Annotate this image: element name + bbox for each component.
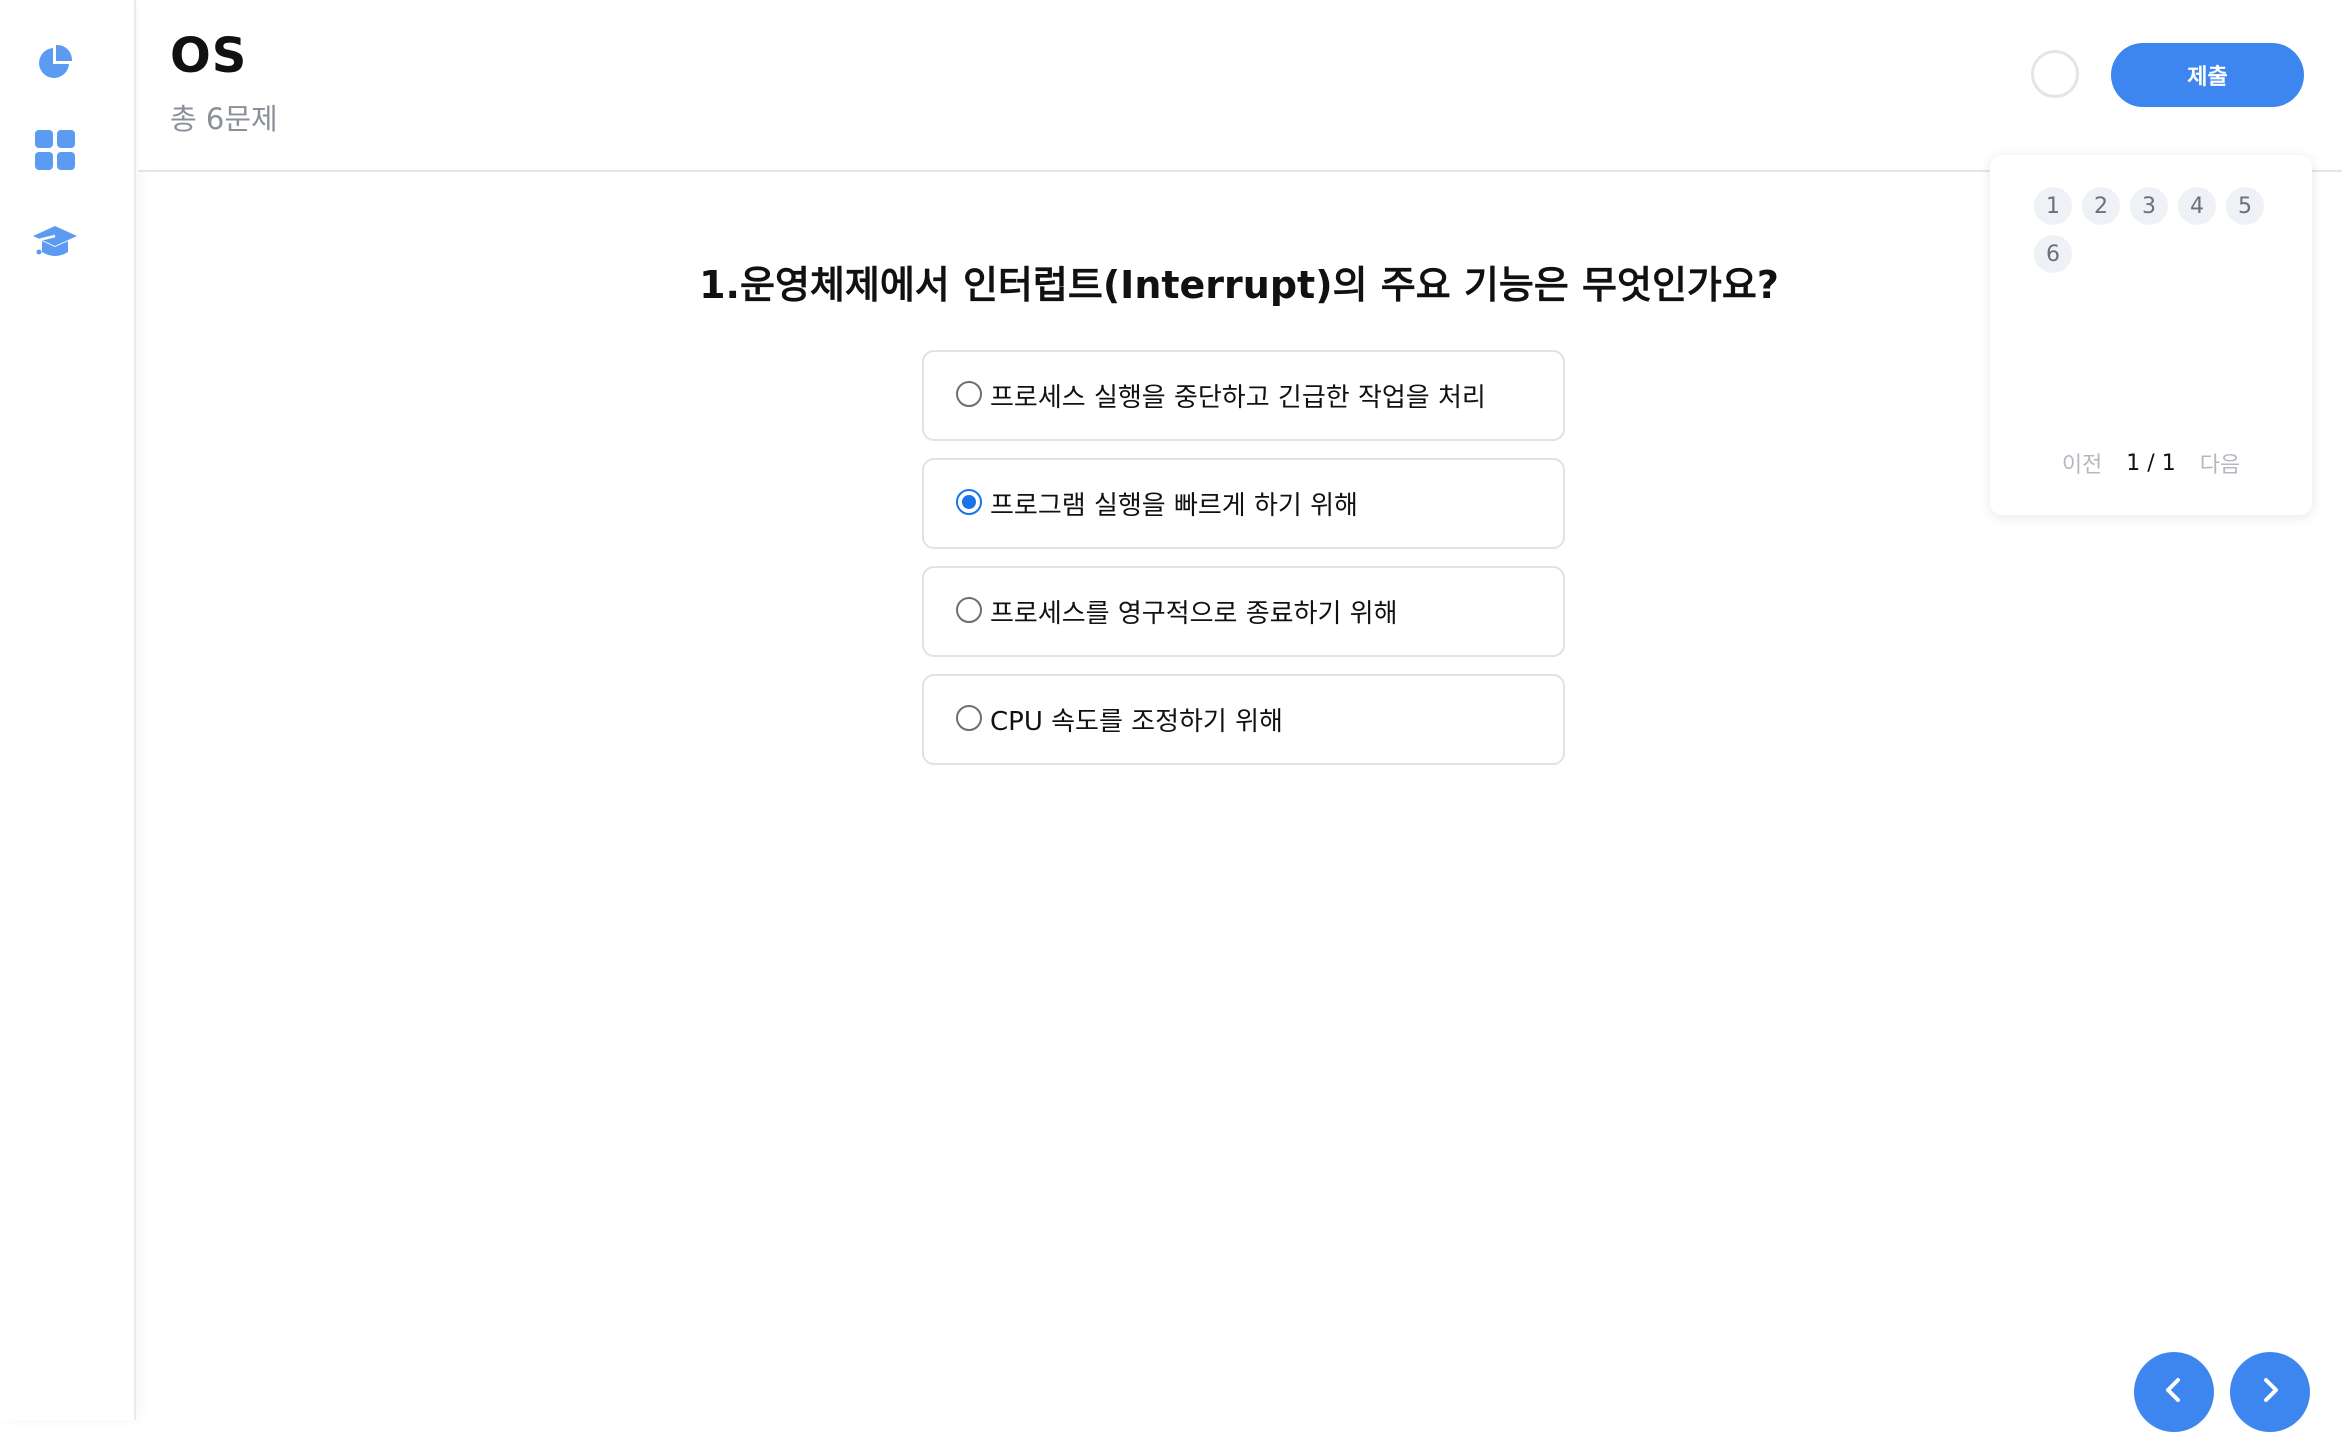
option-2[interactable]: 프로그램 실행을 빠르게 하기 위해 (922, 458, 1565, 549)
question-number-button[interactable]: 3 (2130, 187, 2168, 225)
question-number-grid: 1 2 3 4 5 6 (2034, 187, 2284, 273)
question-navigator: 1 2 3 4 5 6 이전 1 / 1 다음 (1990, 155, 2312, 515)
chevron-left-icon (2156, 1372, 2192, 1412)
sidebar-item-study[interactable] (25, 212, 85, 272)
option-label: CPU 속도를 조정하기 위해 (990, 707, 1283, 737)
question-number-button[interactable]: 1 (2034, 187, 2072, 225)
sidebar (0, 0, 136, 1420)
radio-button[interactable] (956, 596, 982, 623)
pager-prev-button[interactable]: 이전 (2062, 447, 2102, 479)
question-number-button[interactable]: 5 (2226, 187, 2264, 225)
previous-question-button[interactable] (2134, 1352, 2214, 1432)
header: OS 총 6문제 제출 (138, 0, 2342, 172)
question-number-button[interactable]: 2 (2082, 187, 2120, 225)
timer-indicator (2031, 50, 2079, 98)
next-question-button[interactable] (2230, 1352, 2310, 1432)
radio-button[interactable] (956, 704, 982, 731)
option-list: 프로세스 실행을 중단하고 긴급한 작업을 처리 프로그램 실행을 빠르게 하기… (922, 350, 1565, 782)
question-number-button[interactable]: 4 (2178, 187, 2216, 225)
question-count: 총 6문제 (170, 102, 278, 136)
graduation-cap-icon (31, 222, 79, 262)
pager-count: 1 / 1 (2126, 450, 2176, 476)
option-3[interactable]: 프로세스를 영구적으로 종료하기 위해 (922, 566, 1565, 657)
submit-button[interactable]: 제출 (2111, 43, 2304, 107)
radio-button[interactable] (956, 380, 982, 407)
chevron-right-icon (2252, 1372, 2288, 1412)
option-label: 프로세스를 영구적으로 종료하기 위해 (990, 599, 1398, 629)
sidebar-item-dashboard[interactable] (25, 120, 85, 180)
option-1[interactable]: 프로세스 실행을 중단하고 긴급한 작업을 처리 (922, 350, 1565, 441)
option-4[interactable]: CPU 속도를 조정하기 위해 (922, 674, 1565, 765)
radio-button-selected[interactable] (956, 488, 982, 515)
grid-icon (33, 128, 77, 172)
question-number-button[interactable]: 6 (2034, 235, 2072, 273)
sidebar-item-stats[interactable] (25, 32, 85, 92)
option-label: 프로세스 실행을 중단하고 긴급한 작업을 처리 (990, 383, 1486, 413)
option-label: 프로그램 실행을 빠르게 하기 위해 (990, 491, 1358, 521)
pager: 이전 1 / 1 다음 (1990, 447, 2312, 479)
pager-next-button[interactable]: 다음 (2200, 447, 2240, 479)
page-title: OS (170, 28, 248, 84)
pie-chart-icon (35, 42, 75, 82)
